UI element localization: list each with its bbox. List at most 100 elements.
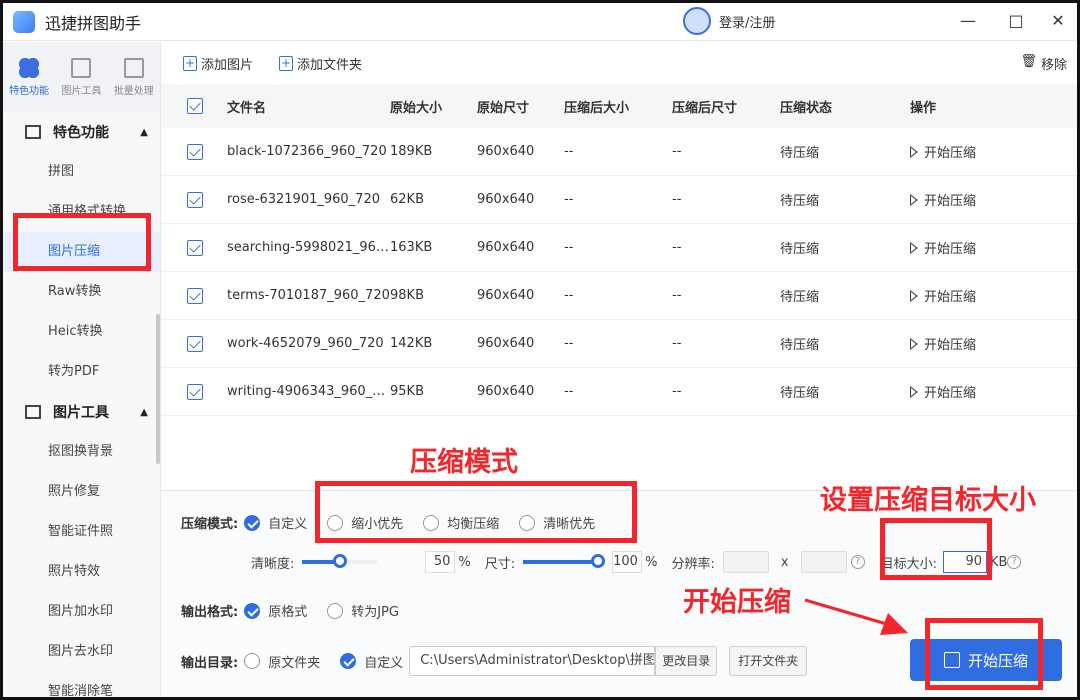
res-height-input[interactable] <box>801 551 847 573</box>
sidebar-item[interactable]: Raw转换 <box>3 272 160 312</box>
help-icon[interactable]: ? <box>851 555 865 569</box>
format-original[interactable]: 原格式 <box>244 601 307 620</box>
col-header: 原始尺寸 <box>477 97 564 116</box>
avatar <box>683 7 711 35</box>
table-row[interactable]: rose-6321901_960_72062KB960x640----待压缩开始… <box>161 176 1077 224</box>
pct-label: % <box>645 555 657 570</box>
row-start-button[interactable]: 开始压缩 <box>910 334 976 353</box>
help-icon[interactable]: ? <box>1007 555 1021 569</box>
title-bar: 迅捷拼图助手 登录/注册 — □ ✕ <box>3 3 1077 41</box>
maximize-icon[interactable]: □ <box>1006 11 1026 30</box>
cell: -- <box>564 384 672 399</box>
play-icon <box>910 242 918 254</box>
add-image-button[interactable]: + 添加图片 <box>183 54 253 73</box>
cell: writing-4906343_960_720 <box>227 384 390 399</box>
login-label: 登录/注册 <box>719 12 775 31</box>
slider-knob[interactable] <box>333 554 347 568</box>
table-row[interactable]: searching-5998021_960_720163KB960x640---… <box>161 224 1077 272</box>
format-jpg[interactable]: 转为JPG <box>327 601 399 620</box>
row-checkbox[interactable] <box>187 144 203 160</box>
row-checkbox[interactable] <box>187 336 203 352</box>
size-slider[interactable] <box>523 560 598 564</box>
dir-original[interactable]: 原文件夹 <box>244 652 320 671</box>
sidebar-item[interactable]: 转为PDF <box>3 352 160 392</box>
select-all-checkbox[interactable] <box>187 98 203 114</box>
x-label: x <box>781 555 789 570</box>
cell: -- <box>672 144 780 159</box>
cell: 开始压缩 <box>924 190 976 209</box>
option-label: 自定义 <box>268 513 307 532</box>
output-path-input[interactable]: C:\Users\Administrator\Desktop\拼图 <box>409 646 655 676</box>
app-logo-icon <box>13 11 35 33</box>
row-checkbox[interactable] <box>187 288 203 304</box>
login-button[interactable]: 登录/注册 <box>683 7 775 35</box>
annotation-text: 开始压缩 <box>683 580 791 619</box>
row-start-button[interactable]: 开始压缩 <box>910 190 976 209</box>
cell: 待压缩 <box>780 382 910 401</box>
sidebar-item[interactable]: 智能消除笔 <box>3 672 160 697</box>
table-row[interactable]: black-1072366_960_720189KB960x640----待压缩… <box>161 128 1077 176</box>
sidebar-item[interactable]: 抠图换背景 <box>3 432 160 472</box>
res-width-input[interactable] <box>723 551 769 573</box>
cell: -- <box>564 144 672 159</box>
size-input[interactable]: 100 <box>612 551 642 573</box>
cell: black-1072366_960_720 <box>227 144 390 159</box>
clarity-slider[interactable] <box>302 560 377 564</box>
tab-image-tools[interactable]: 图片工具 <box>55 42 107 112</box>
option-label: 转为JPG <box>351 601 399 620</box>
sidebar-item[interactable]: 图片去水印 <box>3 632 160 672</box>
sidebar-item[interactable]: Heic转换 <box>3 312 160 352</box>
table-row[interactable]: terms-7010187_960_72098KB960x640----待压缩开… <box>161 272 1077 320</box>
cell: -- <box>672 384 780 399</box>
annotation-text: 设置压缩目标大小 <box>820 478 1036 517</box>
mode-custom[interactable]: 自定义 <box>244 513 307 532</box>
table-row[interactable]: writing-4906343_960_72095KB960x640----待压… <box>161 368 1077 416</box>
row-checkbox[interactable] <box>187 192 203 208</box>
sidebar-item[interactable]: 图片加水印 <box>3 592 160 632</box>
sidebar-item[interactable]: 照片特效 <box>3 552 160 592</box>
row-start-button[interactable]: 开始压缩 <box>910 142 976 161</box>
cell: 960x640 <box>477 192 564 207</box>
group-image-tools[interactable]: 图片工具 ▲ <box>3 392 160 432</box>
cell: 开始压缩 <box>924 142 976 161</box>
sidebar-item[interactable]: 照片修复 <box>3 472 160 512</box>
add-folder-button[interactable]: +添加文件夹 <box>279 54 362 73</box>
add-file-icon: + <box>183 56 197 71</box>
tab-batch[interactable]: 批量处理 <box>108 42 160 112</box>
cell: -- <box>564 288 672 303</box>
change-dir-button[interactable]: 更改目录 <box>655 646 717 676</box>
open-folder-button[interactable]: 打开文件夹 <box>729 646 807 676</box>
tab-label: 特色功能 <box>9 82 49 97</box>
cell: -- <box>672 288 780 303</box>
row-checkbox[interactable] <box>187 240 203 256</box>
sidebar-item[interactable]: 拼图 <box>3 152 160 192</box>
add-image-label: 添加图片 <box>201 54 253 73</box>
remove-button[interactable]: 🗑移除 <box>1020 54 1067 73</box>
annotation-text: 压缩模式 <box>410 440 518 479</box>
dir-custom[interactable]: 自定义 <box>340 652 403 671</box>
image-tool-icon <box>25 405 41 419</box>
app-window: 迅捷拼图助手 登录/注册 — □ ✕ 特色功能 图片工具 批量处理 特色功能▲ … <box>3 3 1077 697</box>
row-start-button[interactable]: 开始压缩 <box>910 238 976 257</box>
sidebar-item[interactable]: 智能证件照 <box>3 512 160 552</box>
cell: rose-6321901_960_720 <box>227 192 390 207</box>
minimize-icon[interactable]: — <box>958 11 978 30</box>
cell: 待压缩 <box>780 334 910 353</box>
row-start-button[interactable]: 开始压缩 <box>910 286 976 305</box>
close-icon[interactable]: ✕ <box>1048 11 1068 30</box>
annotation-box <box>880 518 992 580</box>
cell: 163KB <box>390 240 477 255</box>
row-start-button[interactable]: 开始压缩 <box>910 382 976 401</box>
clarity-input[interactable]: 50 <box>425 551 455 573</box>
tab-featured[interactable]: 特色功能 <box>3 42 55 112</box>
group-label: 图片工具 <box>53 402 109 422</box>
group-featured[interactable]: 特色功能▲ <box>3 112 160 152</box>
group-label: 特色功能 <box>53 122 109 142</box>
clarity-label: 清晰度: <box>251 553 294 572</box>
chevron-up-icon: ▲ <box>140 407 148 418</box>
table-row[interactable]: work-4652079_960_720142KB960x640----待压缩开… <box>161 320 1077 368</box>
col-header: 压缩状态 <box>780 97 910 116</box>
slider-knob[interactable] <box>591 554 605 568</box>
cell: 95KB <box>390 384 477 399</box>
row-checkbox[interactable] <box>187 384 203 400</box>
